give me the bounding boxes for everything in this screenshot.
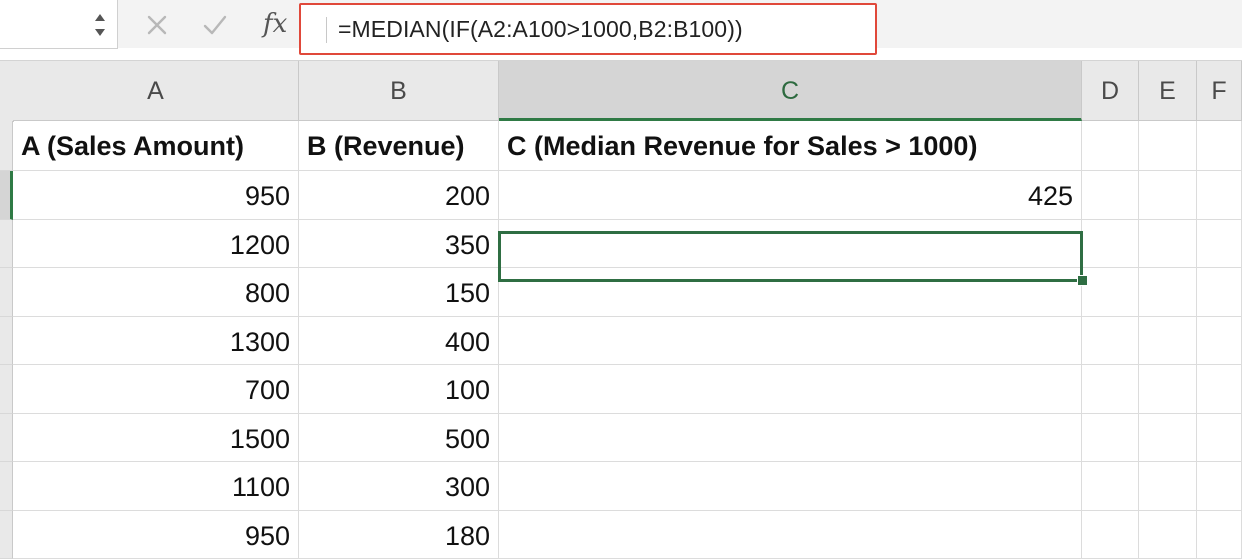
formula-input[interactable]: =MEDIAN(IF(A2:A100>1000,B2:B100)): [299, 3, 877, 55]
cell-e1[interactable]: [1139, 121, 1197, 171]
cell-c6[interactable]: [499, 365, 1082, 414]
cell-b8[interactable]: 300: [299, 462, 499, 511]
row-header[interactable]: [0, 121, 13, 171]
cell-a8[interactable]: 1100: [13, 462, 299, 511]
cell-a2[interactable]: 950: [13, 171, 299, 220]
cell-e2[interactable]: [1139, 171, 1197, 220]
cell-d3[interactable]: [1082, 220, 1139, 268]
cell-d8[interactable]: [1082, 462, 1139, 511]
cell-f3[interactable]: [1197, 220, 1242, 268]
cell-c4[interactable]: [499, 268, 1082, 317]
row-header[interactable]: [0, 365, 13, 414]
cell-b7[interactable]: 500: [299, 414, 499, 462]
cancel-icon[interactable]: [143, 11, 171, 39]
name-box[interactable]: [0, 0, 118, 49]
column-header-b[interactable]: B: [299, 61, 499, 121]
cell-d1[interactable]: [1082, 121, 1139, 171]
cell-e3[interactable]: [1139, 220, 1197, 268]
row-header[interactable]: [0, 268, 13, 317]
column-header-c[interactable]: C: [499, 61, 1082, 121]
cell-d6[interactable]: [1082, 365, 1139, 414]
cell-e4[interactable]: [1139, 268, 1197, 317]
select-all-corner[interactable]: [0, 61, 14, 122]
row-header[interactable]: [0, 462, 13, 511]
spreadsheet-grid: A B C D E F A (Sales Amount) B (Revenue)…: [0, 61, 1242, 559]
column-header-d[interactable]: D: [1082, 61, 1139, 121]
cell-c5[interactable]: [499, 317, 1082, 365]
column-header-e[interactable]: E: [1139, 61, 1197, 121]
cell-a7[interactable]: 1500: [13, 414, 299, 462]
column-header-f[interactable]: F: [1197, 61, 1242, 121]
confirm-check-icon[interactable]: [201, 11, 229, 39]
cell-a9[interactable]: 950: [13, 511, 299, 559]
cell-a3[interactable]: 1200: [13, 220, 299, 268]
cell-b9[interactable]: 180: [299, 511, 499, 559]
cell-f9[interactable]: [1197, 511, 1242, 559]
cell-d7[interactable]: [1082, 414, 1139, 462]
cell-b5[interactable]: 400: [299, 317, 499, 365]
cell-d5[interactable]: [1082, 317, 1139, 365]
cell-c9[interactable]: [499, 511, 1082, 559]
row-header[interactable]: [0, 171, 13, 220]
row-header[interactable]: [0, 317, 13, 365]
cell-b2[interactable]: 200: [299, 171, 499, 220]
row-header[interactable]: [0, 220, 13, 268]
cell-c8[interactable]: [499, 462, 1082, 511]
column-header-a[interactable]: A: [13, 61, 299, 121]
cell-b1[interactable]: B (Revenue): [299, 121, 499, 171]
cell-e7[interactable]: [1139, 414, 1197, 462]
cell-b6[interactable]: 100: [299, 365, 499, 414]
name-box-stepper-icon[interactable]: [92, 10, 108, 40]
cell-e8[interactable]: [1139, 462, 1197, 511]
cell-a4[interactable]: 800: [13, 268, 299, 317]
cell-d2[interactable]: [1082, 171, 1139, 220]
cell-c3[interactable]: [499, 220, 1082, 268]
formula-text: =MEDIAN(IF(A2:A100>1000,B2:B100)): [338, 16, 743, 42]
cell-b3[interactable]: 350: [299, 220, 499, 268]
cell-a1[interactable]: A (Sales Amount): [13, 121, 299, 171]
cell-f1[interactable]: [1197, 121, 1242, 171]
formula-bar: fx =MEDIAN(IF(A2:A100>1000,B2:B100)): [0, 0, 1242, 61]
insert-function-icon[interactable]: fx: [263, 8, 297, 40]
cell-e6[interactable]: [1139, 365, 1197, 414]
formula-divider: [326, 17, 327, 43]
cell-d4[interactable]: [1082, 268, 1139, 317]
cell-b4[interactable]: 150: [299, 268, 499, 317]
cell-a5[interactable]: 1300: [13, 317, 299, 365]
cell-f6[interactable]: [1197, 365, 1242, 414]
cell-f4[interactable]: [1197, 268, 1242, 317]
cell-f7[interactable]: [1197, 414, 1242, 462]
cell-c1[interactable]: C (Median Revenue for Sales > 1000): [499, 121, 1082, 171]
fill-handle[interactable]: [1077, 275, 1088, 286]
cell-f2[interactable]: [1197, 171, 1242, 220]
cell-f5[interactable]: [1197, 317, 1242, 365]
cell-e9[interactable]: [1139, 511, 1197, 559]
row-header[interactable]: [0, 511, 13, 559]
cell-f8[interactable]: [1197, 462, 1242, 511]
cell-e5[interactable]: [1139, 317, 1197, 365]
row-header[interactable]: [0, 414, 13, 462]
cell-d9[interactable]: [1082, 511, 1139, 559]
cell-a6[interactable]: 700: [13, 365, 299, 414]
cell-c2[interactable]: 425: [499, 171, 1082, 220]
cell-c7[interactable]: [499, 414, 1082, 462]
